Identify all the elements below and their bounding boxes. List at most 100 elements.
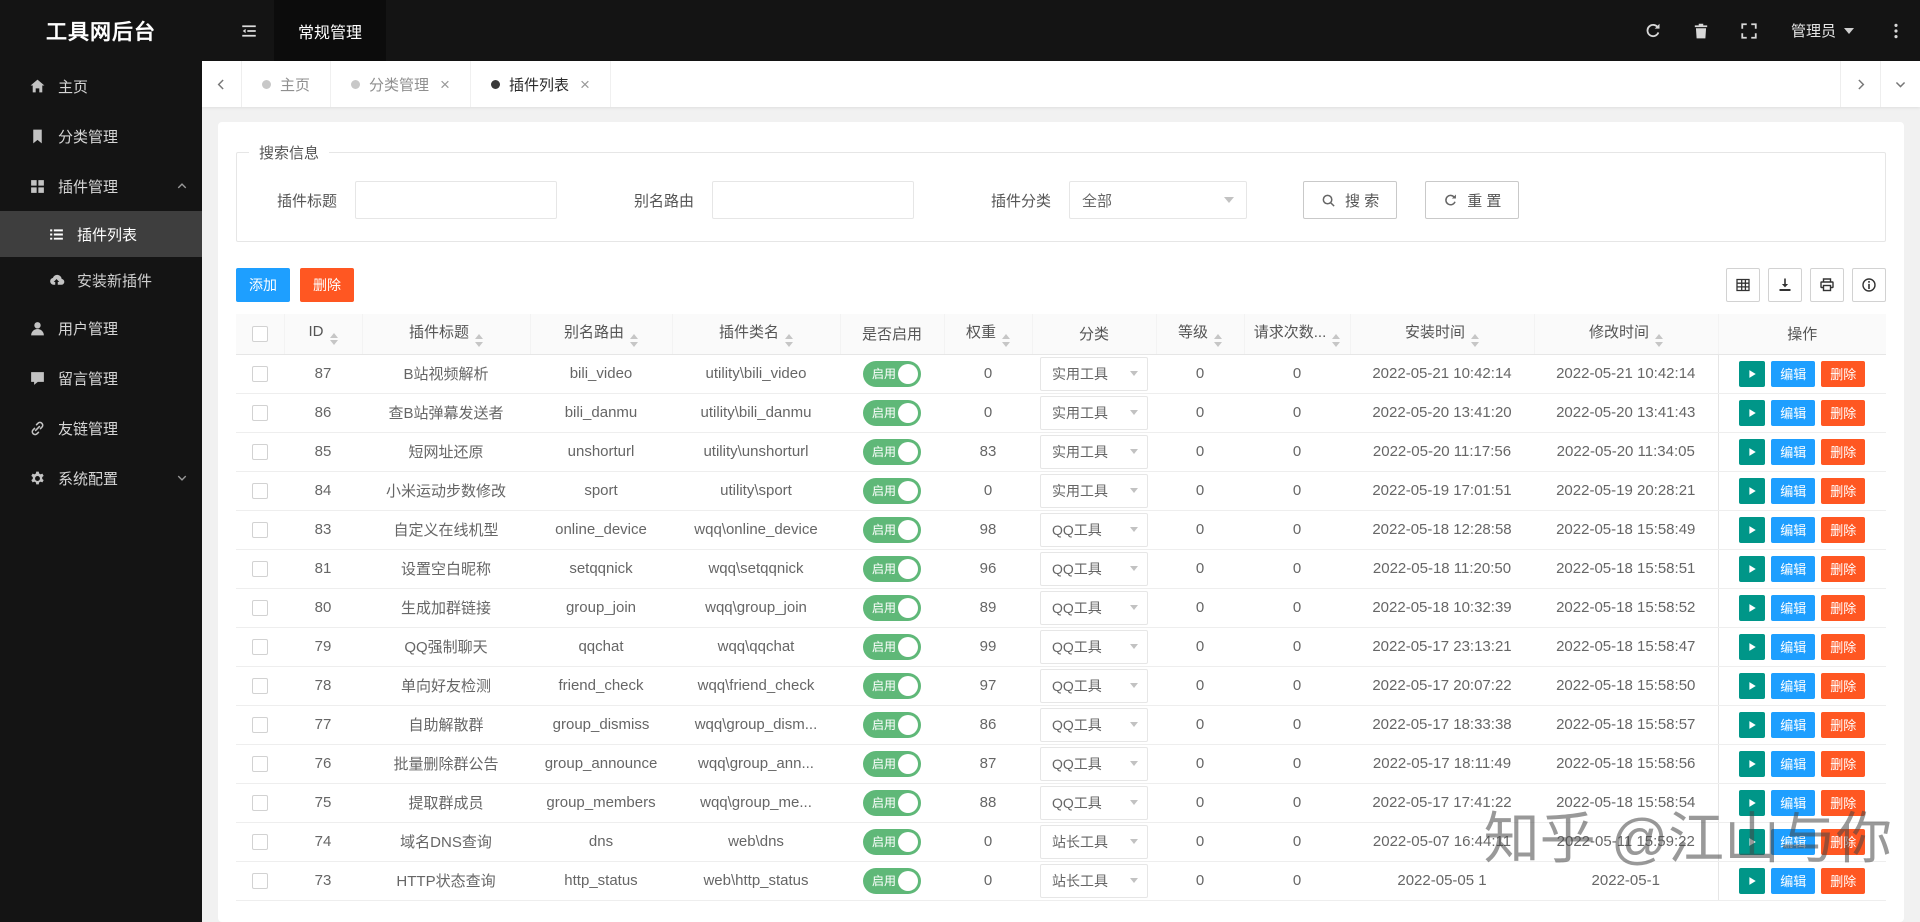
close-icon[interactable]: × bbox=[580, 76, 590, 93]
delete-button[interactable]: 删除 bbox=[1821, 633, 1866, 660]
add-button[interactable]: 添加 bbox=[236, 268, 290, 302]
refresh-button[interactable] bbox=[1629, 0, 1677, 61]
export-button[interactable] bbox=[1768, 268, 1802, 302]
run-button[interactable] bbox=[1739, 399, 1766, 426]
sidebar-item-plugin[interactable]: 插件管理 bbox=[0, 161, 202, 211]
reset-button[interactable]: 重 置 bbox=[1425, 181, 1520, 219]
category-select[interactable]: QQ工具 bbox=[1040, 785, 1148, 820]
run-button[interactable] bbox=[1739, 360, 1766, 387]
category-select[interactable]: QQ工具 bbox=[1040, 707, 1148, 742]
sort-icon[interactable] bbox=[1214, 334, 1222, 347]
delete-button[interactable]: 删除 bbox=[1821, 555, 1866, 582]
column-header-class[interactable]: 插件类名 bbox=[672, 314, 841, 355]
edit-button[interactable]: 编辑 bbox=[1771, 399, 1816, 426]
delete-button[interactable]: 删除 bbox=[1821, 672, 1866, 699]
row-checkbox[interactable] bbox=[252, 833, 268, 850]
category-select[interactable]: 实用工具 bbox=[1040, 434, 1148, 469]
sort-icon[interactable] bbox=[1332, 334, 1341, 347]
run-button[interactable] bbox=[1739, 594, 1766, 621]
edit-button[interactable]: 编辑 bbox=[1771, 750, 1816, 777]
row-checkbox[interactable] bbox=[252, 365, 268, 382]
edit-button[interactable]: 编辑 bbox=[1771, 867, 1816, 894]
sidebar-item-friendlink[interactable]: 友链管理 bbox=[0, 403, 202, 453]
run-button[interactable] bbox=[1739, 477, 1766, 504]
row-checkbox[interactable] bbox=[252, 716, 268, 733]
app-logo[interactable]: 工具网后台 bbox=[0, 0, 202, 61]
more-menu-button[interactable] bbox=[1872, 0, 1920, 61]
row-checkbox[interactable] bbox=[252, 443, 268, 460]
search-button[interactable]: 搜 索 bbox=[1303, 181, 1398, 219]
category-select[interactable]: QQ工具 bbox=[1040, 629, 1148, 664]
column-header-install_time[interactable]: 安装时间 bbox=[1350, 314, 1535, 355]
column-header-route[interactable]: 别名路由 bbox=[530, 314, 673, 355]
run-button[interactable] bbox=[1739, 867, 1766, 894]
category-select[interactable]: QQ工具 bbox=[1040, 668, 1148, 703]
column-header-modify_time[interactable]: 修改时间 bbox=[1534, 314, 1719, 355]
enabled-toggle[interactable]: 启用 bbox=[863, 516, 921, 543]
edit-button[interactable]: 编辑 bbox=[1771, 516, 1816, 543]
row-checkbox[interactable] bbox=[252, 794, 268, 811]
row-checkbox[interactable] bbox=[252, 482, 268, 499]
category-select[interactable]: QQ工具 bbox=[1040, 512, 1148, 547]
tab-home[interactable]: 主页 bbox=[242, 61, 332, 107]
category-filter-select[interactable]: 全部 bbox=[1069, 181, 1248, 219]
delete-button[interactable]: 删除 bbox=[1821, 594, 1866, 621]
delete-button[interactable]: 删除 bbox=[1821, 867, 1866, 894]
column-header-level[interactable]: 等级 bbox=[1156, 314, 1245, 355]
enabled-toggle[interactable]: 启用 bbox=[863, 555, 921, 582]
category-select[interactable]: 站长工具 bbox=[1040, 863, 1148, 898]
clear-cache-button[interactable] bbox=[1677, 0, 1725, 61]
sort-icon[interactable] bbox=[329, 332, 338, 345]
category-select[interactable]: 实用工具 bbox=[1040, 395, 1148, 430]
enabled-toggle[interactable]: 启用 bbox=[863, 477, 921, 504]
batch-delete-button[interactable]: 删除 bbox=[300, 268, 354, 302]
edit-button[interactable]: 编辑 bbox=[1771, 828, 1816, 855]
row-checkbox[interactable] bbox=[252, 404, 268, 421]
sidebar-item-system[interactable]: 系统配置 bbox=[0, 453, 202, 503]
run-button[interactable] bbox=[1739, 750, 1766, 777]
close-icon[interactable]: × bbox=[440, 76, 450, 93]
fullscreen-button[interactable] bbox=[1725, 0, 1773, 61]
enabled-toggle[interactable]: 启用 bbox=[863, 828, 921, 855]
run-button[interactable] bbox=[1739, 555, 1766, 582]
row-checkbox[interactable] bbox=[252, 599, 268, 616]
print-button[interactable] bbox=[1810, 268, 1844, 302]
column-header-requests[interactable]: 请求次数... bbox=[1244, 314, 1351, 355]
edit-button[interactable]: 编辑 bbox=[1771, 438, 1816, 465]
enabled-toggle[interactable]: 启用 bbox=[863, 633, 921, 660]
plugin-title-input[interactable] bbox=[355, 181, 558, 219]
run-button[interactable] bbox=[1739, 672, 1766, 699]
delete-button[interactable]: 删除 bbox=[1821, 828, 1866, 855]
edit-button[interactable]: 编辑 bbox=[1771, 360, 1816, 387]
category-select[interactable]: 实用工具 bbox=[1040, 356, 1148, 391]
info-button[interactable] bbox=[1852, 268, 1886, 302]
sidebar-collapse-button[interactable] bbox=[228, 0, 270, 61]
edit-button[interactable]: 编辑 bbox=[1771, 633, 1816, 660]
tabs-scroll-right-button[interactable] bbox=[1840, 61, 1880, 107]
column-header-title[interactable]: 插件标题 bbox=[362, 314, 531, 355]
tabs-scroll-left-button[interactable] bbox=[202, 61, 242, 107]
edit-button[interactable]: 编辑 bbox=[1771, 672, 1816, 699]
sidebar-item-home[interactable]: 主页 bbox=[0, 61, 202, 111]
category-select[interactable]: QQ工具 bbox=[1040, 551, 1148, 586]
delete-button[interactable]: 删除 bbox=[1821, 711, 1866, 738]
run-button[interactable] bbox=[1739, 828, 1766, 855]
enabled-toggle[interactable]: 启用 bbox=[863, 438, 921, 465]
column-header-weight[interactable]: 权重 bbox=[944, 314, 1033, 355]
category-select[interactable]: QQ工具 bbox=[1040, 590, 1148, 625]
sidebar-item-message[interactable]: 留言管理 bbox=[0, 353, 202, 403]
delete-button[interactable]: 删除 bbox=[1821, 516, 1866, 543]
admin-dropdown[interactable]: 管理员 bbox=[1773, 0, 1872, 61]
sort-icon[interactable] bbox=[1002, 334, 1010, 347]
enabled-toggle[interactable]: 启用 bbox=[863, 711, 921, 738]
row-checkbox[interactable] bbox=[252, 677, 268, 694]
row-checkbox[interactable] bbox=[252, 521, 268, 538]
enabled-toggle[interactable]: 启用 bbox=[863, 867, 921, 894]
delete-button[interactable]: 删除 bbox=[1821, 438, 1866, 465]
sort-icon[interactable] bbox=[630, 334, 638, 347]
sort-icon[interactable] bbox=[475, 334, 483, 347]
row-checkbox[interactable] bbox=[252, 755, 268, 772]
delete-button[interactable]: 删除 bbox=[1821, 750, 1866, 777]
delete-button[interactable]: 删除 bbox=[1821, 399, 1866, 426]
sort-icon[interactable] bbox=[1471, 334, 1479, 347]
